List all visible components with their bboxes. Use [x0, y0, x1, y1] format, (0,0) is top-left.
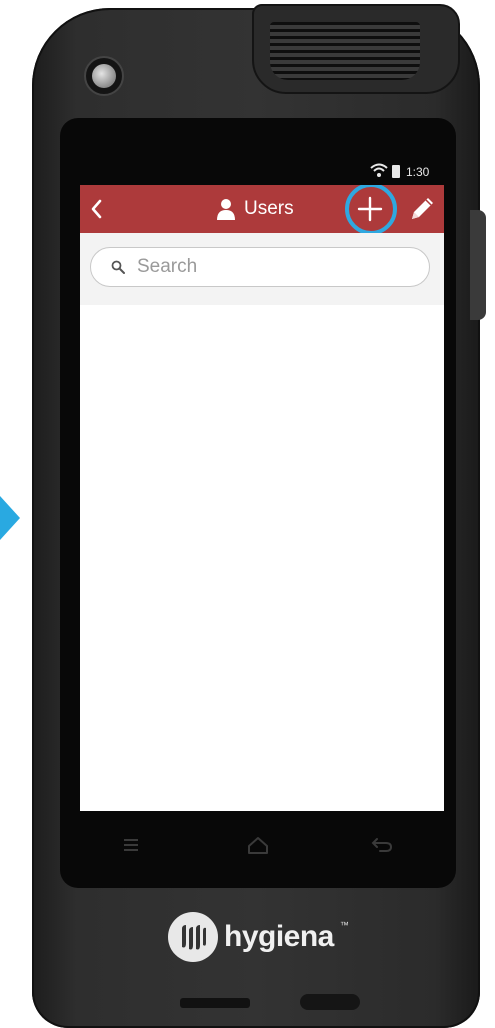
app-screen: Users Search [80, 185, 444, 811]
battery-icon [392, 165, 400, 178]
user-list [80, 305, 444, 811]
page-title-group: Users [216, 185, 294, 233]
status-bar: 1:30 [80, 163, 444, 183]
menu-icon[interactable] [122, 836, 140, 854]
hygiena-logo-icon [168, 912, 218, 962]
edit-button[interactable] [406, 193, 438, 225]
pointer-arrow [0, 496, 20, 540]
back-arrow-icon[interactable] [370, 836, 394, 854]
back-chevron-icon [91, 199, 102, 219]
user-icon [217, 199, 235, 220]
search-placeholder: Search [137, 256, 198, 277]
search-area: Search [80, 233, 444, 305]
wifi-icon [370, 163, 388, 177]
search-icon [111, 260, 125, 274]
status-time: 1:30 [406, 165, 430, 179]
app-bar: Users [80, 185, 444, 235]
home-icon[interactable] [246, 834, 270, 856]
brand-logo: hygiena ™ [168, 912, 349, 962]
bottom-connector [300, 994, 360, 1010]
speaker-grille [270, 22, 420, 80]
trademark: ™ [339, 920, 349, 930]
camera-icon [84, 56, 124, 96]
brand-name: hygiena [224, 920, 334, 953]
bottom-port [180, 998, 250, 1008]
highlight-ring [345, 185, 397, 235]
back-button[interactable] [84, 191, 116, 227]
page-title: Users [244, 198, 294, 219]
search-input[interactable]: Search [90, 247, 430, 287]
nav-bar [80, 818, 444, 874]
pencil-icon [412, 198, 433, 219]
side-button [470, 210, 486, 320]
